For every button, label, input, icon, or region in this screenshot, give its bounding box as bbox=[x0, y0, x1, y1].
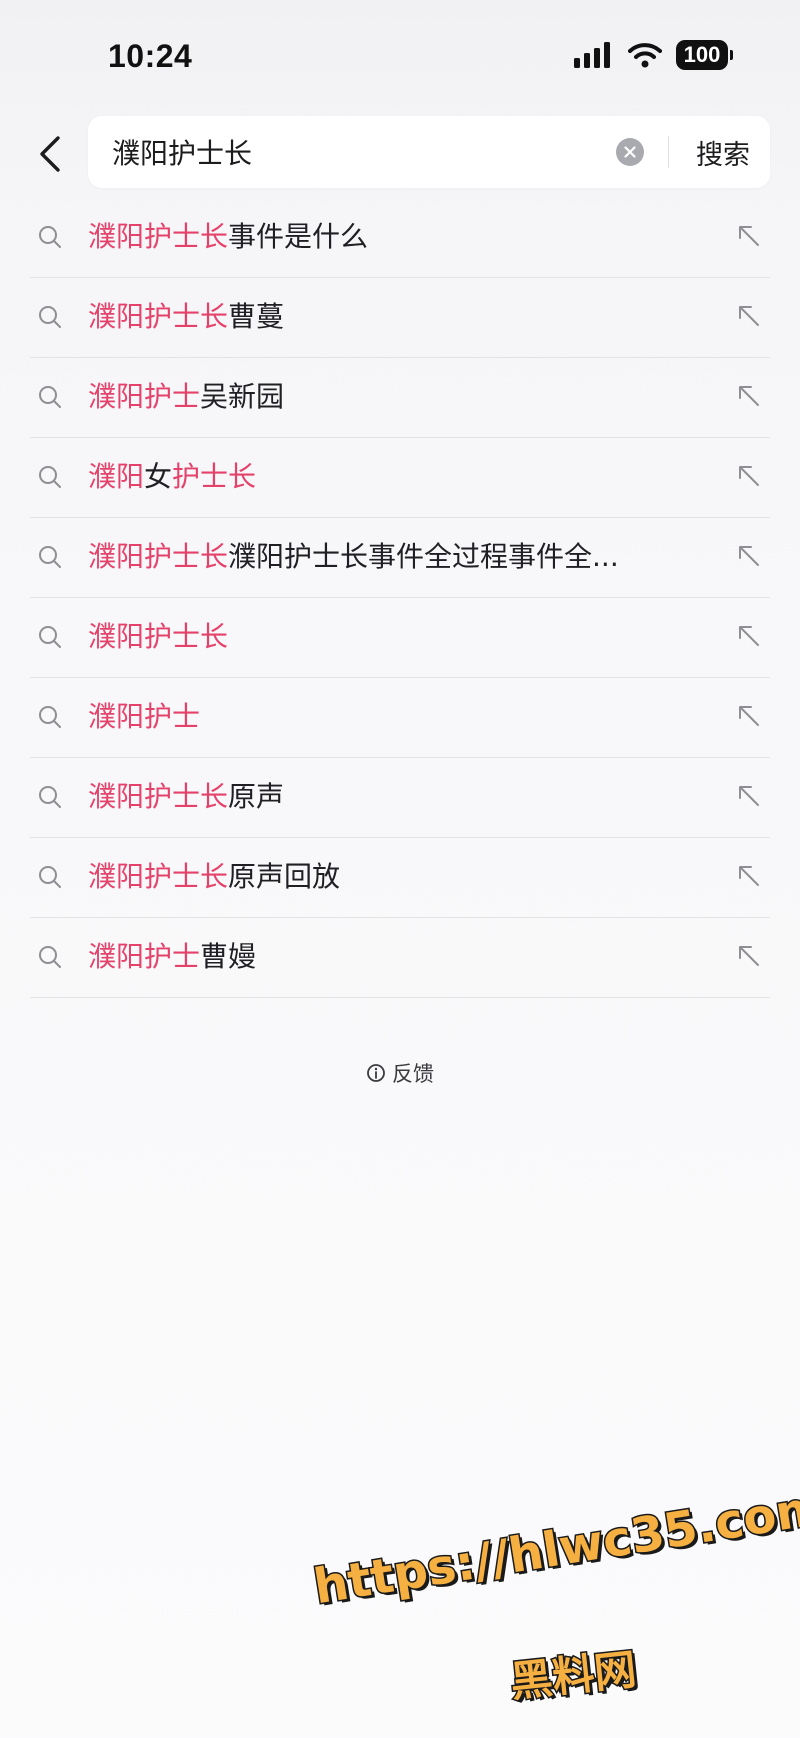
suggestion-rest: 原声回放 bbox=[228, 860, 341, 893]
suggestion-text: 濮阳护士长 bbox=[88, 617, 708, 657]
fill-arrow-icon[interactable] bbox=[736, 703, 762, 729]
search-header: 搜索 bbox=[0, 112, 800, 196]
suggestion-rest: 曹蔓 bbox=[228, 300, 285, 333]
suggestion-text: 濮阳护士长事件是什么 bbox=[88, 217, 708, 257]
search-icon bbox=[39, 226, 61, 248]
suggestion-text: 濮阳护士长濮阳护士长事件全过程事件全... bbox=[88, 537, 708, 577]
suggestion-text: 濮阳护士长曹蔓 bbox=[88, 297, 708, 337]
suggestion-highlight: 濮阳护士长 bbox=[88, 780, 229, 813]
suggestion-item[interactable]: 濮阳护士曹嫚 bbox=[30, 918, 770, 998]
back-arrow-icon bbox=[40, 136, 60, 172]
suggestion-item[interactable]: 濮阳护士 bbox=[30, 678, 770, 758]
fill-arrow-icon[interactable] bbox=[736, 863, 762, 889]
search-icon bbox=[39, 546, 61, 568]
fill-arrow-icon[interactable] bbox=[736, 543, 762, 569]
info-icon bbox=[367, 1064, 385, 1082]
fill-arrow-icon[interactable] bbox=[736, 623, 762, 649]
fill-arrow-icon[interactable] bbox=[736, 383, 762, 409]
suggestion-text: 濮阳护士长原声回放 bbox=[88, 857, 708, 897]
search-icon bbox=[39, 786, 61, 808]
fill-arrow-icon[interactable] bbox=[736, 223, 762, 249]
search-icon bbox=[39, 706, 61, 728]
fill-arrow-icon[interactable] bbox=[736, 303, 762, 329]
suggestion-item[interactable]: 濮阳护士长原声回放 bbox=[30, 838, 770, 918]
suggestion-list: 濮阳护士长事件是什么 濮阳护士长曹蔓 濮阳护士吴新园 濮阳女护士长 濮阳护士长濮… bbox=[30, 198, 770, 998]
suggestion-highlight: 濮阳护士 bbox=[88, 380, 201, 413]
suggestion-item[interactable]: 濮阳护士长濮阳护士长事件全过程事件全... bbox=[30, 518, 770, 598]
search-icon bbox=[39, 626, 61, 648]
suggestion-rest: 曹嫚 bbox=[200, 940, 257, 973]
suggestion-rest: 吴新园 bbox=[200, 380, 285, 413]
suggestion-highlight: 濮阳护士长 bbox=[88, 300, 229, 333]
search-icon bbox=[39, 466, 61, 488]
battery-indicator: 100 bbox=[676, 40, 733, 70]
status-bar: 10:24 100 bbox=[0, 0, 800, 110]
signal-icon bbox=[574, 42, 610, 68]
suggestion-text: 濮阳女护士长 bbox=[88, 457, 708, 497]
suggestion-text: 濮阳护士 bbox=[88, 697, 708, 737]
back-button[interactable] bbox=[22, 126, 78, 182]
suggestion-rest: 事件是什么 bbox=[228, 220, 369, 253]
suggestion-item[interactable]: 濮阳护士长事件是什么 bbox=[30, 198, 770, 278]
clear-button[interactable] bbox=[616, 138, 644, 166]
search-icon bbox=[39, 946, 61, 968]
suggestion-middle: 女 bbox=[144, 460, 173, 493]
suggestion-text: 濮阳护士吴新园 bbox=[88, 377, 708, 417]
fill-arrow-icon[interactable] bbox=[736, 783, 762, 809]
search-icon bbox=[39, 866, 61, 888]
search-box: 搜索 bbox=[88, 116, 770, 188]
fill-arrow-icon[interactable] bbox=[736, 943, 762, 969]
suggestion-item[interactable]: 濮阳护士长 bbox=[30, 598, 770, 678]
search-input[interactable] bbox=[112, 128, 592, 176]
status-time: 10:24 bbox=[108, 38, 193, 74]
suggestion-highlight-2: 护士长 bbox=[172, 460, 257, 493]
suggestion-highlight: 濮阳 bbox=[88, 460, 145, 493]
suggestion-highlight: 濮阳护士长 bbox=[88, 220, 229, 253]
feedback-button[interactable]: 反馈 bbox=[0, 1058, 800, 1088]
suggestion-highlight: 濮阳护士长 bbox=[88, 860, 229, 893]
suggestion-item[interactable]: 濮阳护士长原声 bbox=[30, 758, 770, 838]
suggestion-rest: 原声 bbox=[228, 780, 285, 813]
suggestion-item[interactable]: 濮阳护士长曹蔓 bbox=[30, 278, 770, 358]
fill-arrow-icon[interactable] bbox=[736, 463, 762, 489]
search-divider bbox=[668, 136, 669, 168]
search-icon bbox=[39, 306, 61, 328]
suggestion-rest: 濮阳护士长事件全过程事件全... bbox=[228, 540, 619, 573]
wifi-icon bbox=[628, 43, 662, 68]
suggestion-highlight: 濮阳护士长 bbox=[88, 540, 229, 573]
suggestion-highlight: 濮阳护士长 bbox=[88, 620, 229, 653]
watermark-name: 黑料网 bbox=[507, 1643, 640, 1708]
feedback-label: 反馈 bbox=[392, 1062, 434, 1086]
suggestion-item[interactable]: 濮阳女护士长 bbox=[30, 438, 770, 518]
status-icons: 100 bbox=[574, 40, 733, 70]
suggestion-text: 濮阳护士长原声 bbox=[88, 777, 708, 817]
clear-icon bbox=[624, 146, 636, 158]
watermark: https://hlwc35.com 黑料网 bbox=[300, 1478, 800, 1710]
search-button[interactable]: 搜索 bbox=[680, 116, 766, 188]
search-icon bbox=[39, 386, 61, 408]
watermark-url: https://hlwc35.com bbox=[309, 1478, 800, 1617]
suggestion-highlight: 濮阳护士 bbox=[88, 940, 201, 973]
suggestion-text: 濮阳护士曹嫚 bbox=[88, 937, 708, 977]
suggestion-item[interactable]: 濮阳护士吴新园 bbox=[30, 358, 770, 438]
suggestion-highlight: 濮阳护士 bbox=[88, 700, 201, 733]
